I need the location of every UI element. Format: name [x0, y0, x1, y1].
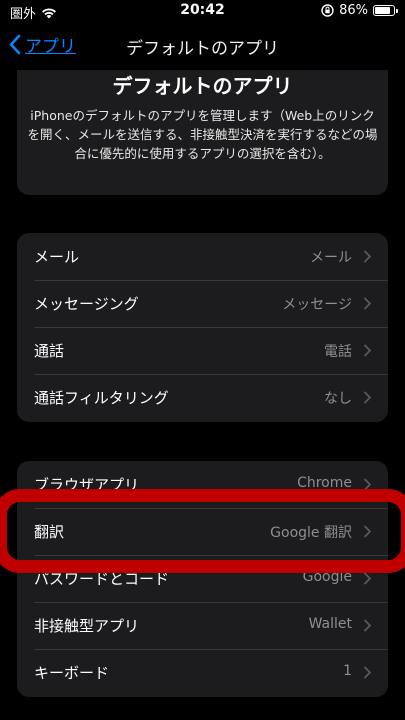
row-mail[interactable]: メール メール	[17, 233, 388, 280]
page-title: デフォルトのアプリ	[112, 74, 293, 98]
row-value: Google	[302, 569, 352, 585]
row-value: メッセージ	[282, 297, 352, 313]
row-value: 1	[343, 663, 352, 679]
settings-group-apps: ブラウザアプリ Chrome 翻訳 Google 翻訳 パスワードとコード Go…	[17, 461, 388, 697]
row-value: Chrome	[297, 475, 352, 491]
row-label: メール	[34, 248, 80, 266]
chevron-right-icon	[364, 666, 371, 679]
row-translation[interactable]: 翻訳 Google 翻訳	[17, 508, 388, 555]
chevron-right-icon	[364, 391, 371, 404]
header-card: デフォルトのアプリ iPhoneのデフォルトのアプリを管理します（Web上のリン…	[17, 70, 388, 195]
nav-title: デフォルトのアプリ	[126, 39, 279, 59]
row-contactless-app[interactable]: 非接触型アプリ Wallet	[17, 602, 388, 649]
row-value: 電話	[324, 344, 352, 360]
row-browser-app[interactable]: ブラウザアプリ Chrome	[17, 461, 388, 508]
row-label: キーボード	[34, 664, 110, 682]
row-label: ブラウザアプリ	[34, 476, 140, 494]
chevron-right-icon	[364, 572, 371, 585]
row-value: メール	[310, 250, 352, 266]
battery-icon	[373, 5, 398, 16]
row-messaging[interactable]: メッセージング メッセージ	[17, 280, 388, 327]
row-calls[interactable]: 通話 電話	[17, 327, 388, 374]
row-label: 通話	[34, 342, 65, 360]
battery-fill	[375, 7, 390, 14]
row-value: Wallet	[308, 616, 352, 632]
chevron-right-icon	[364, 250, 371, 263]
row-value: なし	[324, 391, 352, 407]
status-bar: 圏外 20:42 86%	[0, 0, 405, 24]
chevron-right-icon	[364, 344, 371, 357]
nav-bar: アプリ デフォルトのアプリ	[0, 24, 405, 70]
row-label: パスワードとコード	[34, 570, 170, 588]
row-label: 通話フィルタリング	[34, 389, 169, 407]
row-passwords-codes[interactable]: パスワードとコード Google	[17, 555, 388, 602]
page-description: iPhoneのデフォルトのアプリを管理します（Web上のリンクを開く、メールを送…	[27, 108, 378, 161]
row-keyboard[interactable]: キーボード 1	[17, 649, 388, 696]
row-label: 非接触型アプリ	[34, 617, 140, 635]
row-label: 翻訳	[34, 523, 65, 541]
settings-group-communication: メール メール メッセージング メッセージ 通話 電話 通話フィルタリング なし	[17, 233, 388, 422]
status-right: 86%	[321, 3, 398, 18]
chevron-right-icon	[364, 619, 371, 632]
chevron-right-icon	[364, 297, 371, 310]
chevron-right-icon	[364, 478, 371, 491]
row-label: メッセージング	[34, 295, 139, 313]
row-value: Google 翻訳	[270, 525, 352, 541]
chevron-right-icon	[364, 525, 371, 538]
orientation-lock-icon	[321, 4, 334, 17]
row-call-filtering[interactable]: 通話フィルタリング なし	[17, 374, 388, 421]
battery-percent: 86%	[339, 3, 368, 18]
